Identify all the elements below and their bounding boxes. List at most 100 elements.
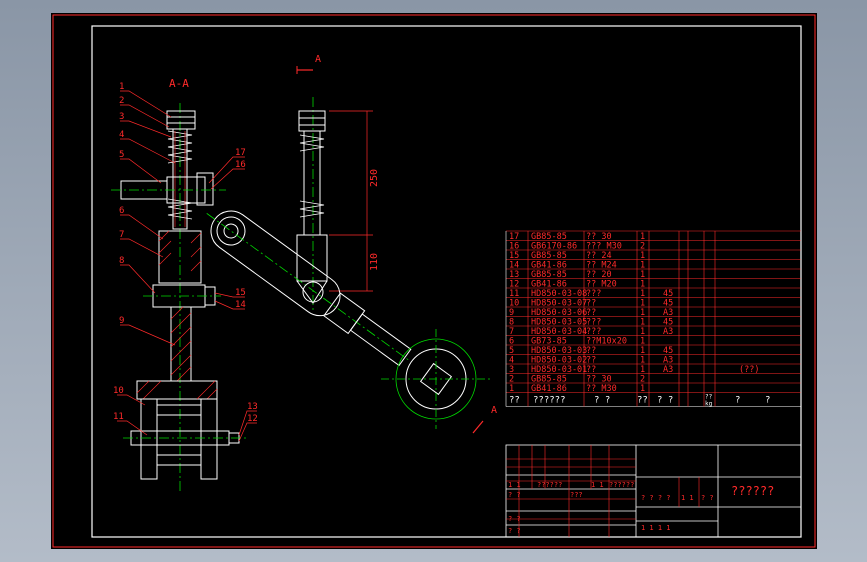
dimension-110: 110 <box>369 253 380 271</box>
bom-cell: 45 <box>663 299 673 309</box>
bom-cell: 15 <box>509 251 519 261</box>
callout-17: 17 <box>235 148 246 158</box>
bom-cell: HD850-03-03 <box>531 346 587 356</box>
bom-cell: ??? <box>586 289 601 299</box>
bom-cell: 2 <box>640 242 645 252</box>
bom-cell: ??? <box>586 318 601 328</box>
section-view-aa: A-A 1 2 3 4 5 6 7 8 9 10 11 12 13 14 15 … <box>111 77 258 491</box>
bom-cell: 12 <box>509 280 519 290</box>
bom-header-cell: ?? <box>509 396 520 406</box>
bom-cell: 1 <box>640 251 645 261</box>
bom-header-cell: ? ? <box>657 396 673 406</box>
callout-16: 16 <box>235 160 246 170</box>
bom-note: (??) <box>739 365 759 375</box>
bom-cell: ??M10x20 <box>586 337 627 347</box>
bom-cell: 1 <box>640 346 645 356</box>
main-view: A 250 110 A <box>206 54 497 434</box>
bom-cell: HD850-03-06 <box>531 308 587 318</box>
callout-9: 9 <box>119 316 124 326</box>
sheet-info: 1 1 1 1 <box>641 524 671 532</box>
bom-header-unit-kg: kg <box>705 401 713 408</box>
bom-cell: 14 <box>509 261 519 271</box>
callout-5: 5 <box>119 150 124 160</box>
bom-cell: 1 <box>640 318 645 328</box>
bom-cell: 17 <box>509 232 519 242</box>
bom-cell: A3 <box>663 308 673 318</box>
scale-value-2: ? ? <box>701 494 714 502</box>
bom-cell: 8 <box>509 318 514 328</box>
bom-cell: 6 <box>509 337 514 347</box>
bom-cell: GB41-86 <box>531 384 567 394</box>
section-letter-bottom: A <box>491 405 497 416</box>
bom-cell: 3 <box>509 365 514 375</box>
bom-cell: 45 <box>663 289 673 299</box>
bom-cell: 1 <box>640 365 645 375</box>
bom-cell: ?? <box>586 308 596 318</box>
bom-cell: 1 <box>640 337 645 347</box>
bom-cell: GB73-85 <box>531 337 567 347</box>
bom-cell: 1 <box>640 308 645 318</box>
title-block-s1: ? ? <box>508 491 521 499</box>
bom-cell: 10 <box>509 299 519 309</box>
bom-cell: 13 <box>509 270 519 280</box>
bom-cell: 11 <box>509 289 519 299</box>
bom-cell: 1 <box>640 327 645 337</box>
bom-cell: HD850-03-08 <box>531 289 587 299</box>
bom-cell: 7 <box>509 327 514 337</box>
title-block-s4: ? ? <box>508 527 521 535</box>
bom-cell: ?? 30 <box>586 375 612 385</box>
callout-14: 14 <box>235 300 246 310</box>
scale-label: ? ? ? ? <box>641 494 671 502</box>
bom-cell: A3 <box>663 327 673 337</box>
title-block-r1: 1 1 <box>508 481 521 489</box>
bom-cell: 1 <box>640 232 645 242</box>
bom-cell: GB85-85 <box>531 251 567 261</box>
bom-cell: 2 <box>509 375 514 385</box>
bom-cell: A3 <box>663 365 673 375</box>
bom-cell: 9 <box>509 308 514 318</box>
bom-header-cell: ? ? <box>594 396 610 406</box>
bill-of-materials: 17 GB85-85?? 30 116 GB6170-86??? M30 215 GB85… <box>505 230 802 408</box>
bom-cell: GB85-85 <box>531 375 567 385</box>
bom-cell: 1 <box>640 270 645 280</box>
dimension-250: 250 <box>369 169 380 187</box>
bom-cell: GB85-85 <box>531 270 567 280</box>
callout-4: 4 <box>119 130 124 140</box>
callout-11: 11 <box>113 412 124 422</box>
bom-cell: ?? M20 <box>586 280 617 290</box>
callout-8: 8 <box>119 256 124 266</box>
callout-3: 3 <box>119 112 124 122</box>
bom-cell: 1 <box>640 280 645 290</box>
scale-value-1: 1 1 <box>681 494 694 502</box>
inner-frame <box>91 25 802 538</box>
bom-cell: 2 <box>640 375 645 385</box>
callout-2: 2 <box>119 96 124 106</box>
bom-cell: 1 <box>640 261 645 271</box>
bom-cell: HD850-03-05 <box>531 318 587 328</box>
bom-header-cell: ?? <box>637 396 648 406</box>
bom-cell: ?? <box>586 356 596 366</box>
callout-6: 6 <box>119 206 124 216</box>
bom-cell: GB41-86 <box>531 280 567 290</box>
bom-cell: HD850-03-07 <box>531 299 587 309</box>
bom-header-unit: ?? <box>705 394 713 401</box>
bom-cell: A3 <box>663 356 673 366</box>
bom-header-cell: ?????? <box>533 396 566 406</box>
bom-cell: 45 <box>663 318 673 328</box>
bom-cell: ?? 20 <box>586 270 612 280</box>
bom-cell: 5 <box>509 346 514 356</box>
bom-cell: 1 <box>640 356 645 366</box>
bom-cell: 1 <box>640 384 645 394</box>
bom-cell: GB6170-86 <box>531 242 577 252</box>
title-block-s2: ??? <box>570 491 583 499</box>
title-block-r3: 1 1 <box>591 481 604 489</box>
callout-12: 12 <box>247 414 258 424</box>
drawing-title: ?????? <box>731 484 774 498</box>
bom-cell: ?? <box>586 346 596 356</box>
callout-15: 15 <box>235 288 246 298</box>
bom-cell: ??? <box>586 327 601 337</box>
bom-cell: ??? M30 <box>586 242 622 252</box>
assembly-drawing: A-A 1 2 3 4 5 6 7 8 9 10 11 12 13 14 15 … <box>52 14 816 548</box>
title-block-r4: ?????? <box>609 481 634 489</box>
cad-drawing-viewport[interactable]: A-A 1 2 3 4 5 6 7 8 9 10 11 12 13 14 15 … <box>51 13 817 549</box>
